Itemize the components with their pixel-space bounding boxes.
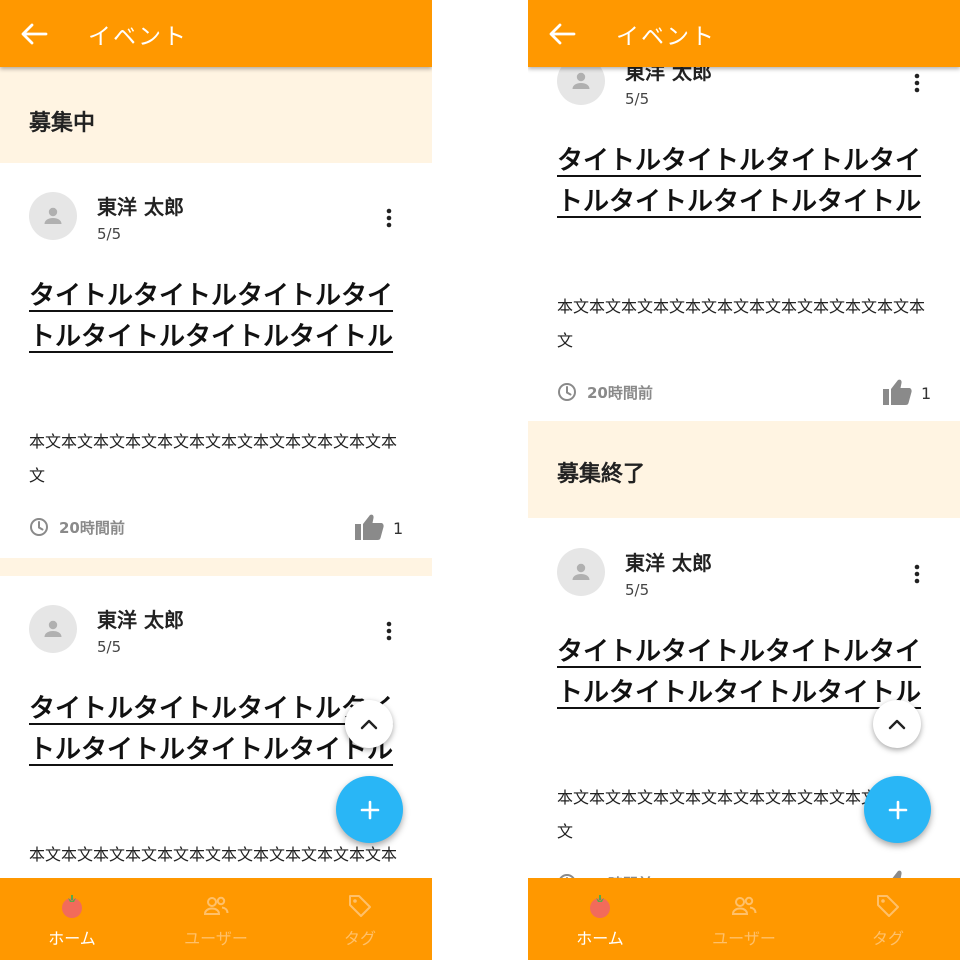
- section-header-closed: 募集終了: [528, 421, 960, 518]
- more-vert-icon[interactable]: [902, 559, 932, 589]
- plus-icon: [360, 800, 379, 819]
- chevron-up-icon: [888, 719, 906, 730]
- participant-count: 5/5: [625, 581, 650, 599]
- page-title: イベント: [616, 23, 716, 50]
- app-bar: イベント: [0, 0, 432, 67]
- like-count: 1: [393, 519, 404, 538]
- avatar: [29, 192, 77, 240]
- person-icon: [572, 563, 590, 580]
- people-icon: [201, 891, 231, 921]
- add-event-button[interactable]: [336, 776, 403, 843]
- participant-count: 5/5: [625, 90, 650, 108]
- screen-right: イベント 東洋 太郎 5/5 タイトルタイトルタイトルタイトルタイトルタイトルタ…: [528, 0, 960, 960]
- tomato-icon: [57, 891, 87, 921]
- avatar: [29, 605, 77, 653]
- event-title-link[interactable]: タイトルタイトルタイトルタイトルタイトルタイトルタイトル: [557, 141, 932, 223]
- participant-count: 5/5: [97, 225, 122, 243]
- clock-icon: [30, 518, 48, 536]
- scroll-top-button[interactable]: [345, 700, 393, 748]
- more-vert-icon[interactable]: [374, 203, 404, 233]
- plus-icon: [888, 800, 907, 819]
- event-title-link[interactable]: タイトルタイトルタイトルタイトルタイトルタイトルタイトル: [557, 632, 932, 714]
- bottom-navigation: ホーム ユーザー タグ: [528, 878, 960, 960]
- tag-icon: [345, 891, 375, 921]
- person-icon: [44, 620, 62, 637]
- avatar: [557, 67, 605, 105]
- section-title: 募集終了: [557, 462, 646, 487]
- event-body: 本文本文本文本文本文本文本文本文本文本文本文本文: [557, 297, 926, 350]
- person-icon: [44, 207, 62, 224]
- posted-time: 20時間前: [587, 384, 653, 402]
- divider: [0, 558, 432, 576]
- thumb-up-icon[interactable]: [354, 513, 384, 541]
- author-name: 東洋 太郎: [97, 195, 184, 219]
- clock-icon: [558, 383, 576, 401]
- tomato-icon: [585, 891, 615, 921]
- thumb-up-icon[interactable]: [882, 869, 912, 878]
- nav-label: ユーザー: [184, 929, 248, 948]
- person-icon: [572, 72, 590, 89]
- add-event-button[interactable]: [864, 776, 931, 843]
- nav-item-home[interactable]: ホーム: [528, 878, 672, 960]
- chevron-up-icon: [360, 719, 378, 730]
- section-title: 募集中: [29, 111, 96, 136]
- back-arrow-icon[interactable]: [542, 14, 582, 54]
- event-list[interactable]: 東洋 太郎 5/5 タイトルタイトルタイトルタイトルタイトルタイトルタイトル 本…: [528, 67, 960, 878]
- back-arrow-icon[interactable]: [14, 14, 54, 54]
- nav-label: ユーザー: [712, 929, 776, 948]
- more-vert-icon[interactable]: [902, 68, 932, 98]
- participant-count: 5/5: [97, 638, 122, 656]
- people-icon: [729, 891, 759, 921]
- bottom-navigation: ホーム ユーザー タグ: [0, 878, 432, 960]
- author-name: 東洋 太郎: [625, 551, 712, 575]
- event-body: 本文本文本文本文本文本文本文本文本文本文本文本文: [29, 845, 398, 864]
- author-name: 東洋 太郎: [97, 608, 184, 632]
- event-card[interactable]: 東洋 太郎 5/5 タイトルタイトルタイトルタイトルタイトルタイトルタイトル 本…: [528, 67, 960, 418]
- event-list[interactable]: 募集中 東洋 太郎 5/5 タイトルタイトルタイトルタイトルタイトルタイトルタイ…: [0, 67, 432, 878]
- event-body: 本文本文本文本文本文本文本文本文本文本文本文本文: [29, 432, 398, 485]
- page-title: イベント: [88, 23, 188, 50]
- event-title-link[interactable]: タイトルタイトルタイトルタイトルタイトルタイトルタイトル: [29, 276, 404, 358]
- nav-label: ホーム: [48, 929, 96, 948]
- more-vert-icon[interactable]: [374, 616, 404, 646]
- section-header-recruiting: 募集中: [0, 67, 432, 163]
- posted-time: 20時間前: [59, 519, 125, 537]
- thumb-up-icon[interactable]: [882, 378, 912, 406]
- screen-left: イベント 募集中 東洋 太郎 5/5 タイトルタイトルタイトルタイトルタイトルタ…: [0, 0, 432, 960]
- nav-label: タグ: [871, 929, 904, 948]
- nav-item-tags[interactable]: タグ: [816, 878, 960, 960]
- app-bar: イベント: [528, 0, 960, 67]
- nav-item-home[interactable]: ホーム: [0, 878, 144, 960]
- nav-item-users[interactable]: ユーザー: [144, 878, 288, 960]
- tag-icon: [873, 891, 903, 921]
- like-count: 1: [921, 384, 932, 403]
- event-card[interactable]: 東洋 太郎 5/5 タイトルタイトルタイトルタイトルタイトルタイトルタイトル 本…: [0, 163, 432, 553]
- nav-item-tags[interactable]: タグ: [288, 878, 432, 960]
- avatar: [557, 548, 605, 596]
- nav-label: タグ: [343, 929, 376, 948]
- author-name: 東洋 太郎: [625, 67, 712, 84]
- nav-label: ホーム: [576, 929, 624, 948]
- nav-item-users[interactable]: ユーザー: [672, 878, 816, 960]
- scroll-top-button[interactable]: [873, 700, 921, 748]
